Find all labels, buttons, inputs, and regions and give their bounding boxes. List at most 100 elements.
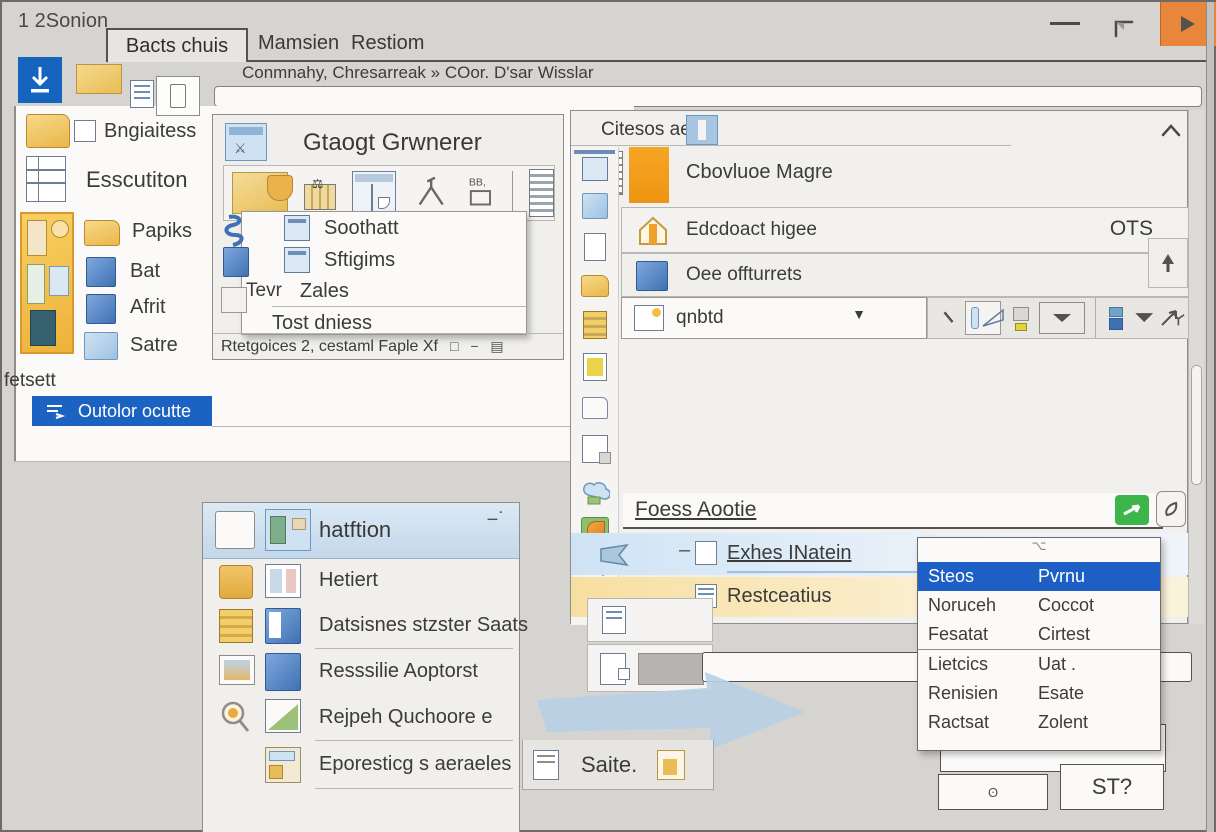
book-icon: [533, 750, 559, 780]
nav-item-label: Hetiert: [319, 569, 378, 592]
sidebar-item-satre[interactable]: Satre: [130, 334, 178, 357]
note-icon[interactable]: [583, 353, 607, 381]
row-value: OTS: [1110, 217, 1153, 241]
menu-item[interactable]: Renisien Esate: [918, 679, 1160, 708]
active-mini-tab[interactable]: [686, 115, 718, 145]
stamp-icon[interactable]: BB,: [467, 171, 496, 215]
row-label: Restceatius: [727, 585, 832, 608]
address-input[interactable]: [214, 86, 1202, 107]
menubar[interactable]: Conmnahy, Chresarreak » COor. D'sar Wiss…: [242, 63, 594, 83]
menu-item-selected[interactable]: Steos Pvrnu: [918, 562, 1160, 591]
folder-icon[interactable]: [581, 275, 609, 297]
row-oee[interactable]: Oee offturrets: [621, 253, 1189, 297]
selected-item-label: Outolor ocutte: [78, 401, 191, 422]
menu-cell: Ractsat: [918, 708, 1028, 737]
list-item[interactable]: Sftigims: [242, 244, 526, 276]
redo-arrow-icon[interactable]: [1159, 307, 1181, 329]
nav-item[interactable]: Resssilie Aoptorst: [203, 649, 519, 695]
checkbox-row[interactable]: Tevr Zales: [242, 276, 526, 306]
nav-item-label: Datsisnes stzster Saats: [319, 614, 528, 637]
grid-icon: [74, 120, 96, 142]
doc-box-icon[interactable]: [582, 435, 608, 463]
spinner-up-button[interactable]: [1148, 238, 1188, 288]
spade-arrow-icon: [1160, 252, 1176, 274]
big-chevron-icon[interactable]: [1132, 309, 1156, 327]
menu-cell: Renisien: [918, 679, 1028, 708]
grid-icon: [284, 247, 310, 273]
download-icon: [18, 57, 62, 103]
scrollbar-thumb[interactable]: [1191, 365, 1202, 485]
sidebar-selected-item[interactable]: Outolor ocutte: [32, 396, 212, 426]
menu-item[interactable]: Noruceh Coccot: [918, 591, 1160, 620]
page-icon[interactable]: [156, 76, 200, 116]
small-button[interactable]: ʘ: [938, 774, 1048, 810]
nav-header[interactable]: hatftion −˙: [203, 503, 519, 559]
main-panel-tab[interactable]: Citesos ae: [601, 119, 691, 141]
checkbox[interactable]: [221, 287, 247, 313]
window-tool-icon: ⚔: [225, 123, 267, 161]
gadget-list: Soothatt Sftigims Tevr Zales Tost dniess: [241, 211, 527, 335]
menu-resize-handle[interactable]: ⌥: [918, 538, 1160, 562]
minimize-button[interactable]: [1050, 22, 1080, 25]
save-button[interactable]: [18, 57, 62, 103]
list-item-label: Sftigims: [324, 249, 395, 272]
cube-icon: [86, 257, 116, 287]
mail-icon[interactable]: [76, 64, 122, 94]
row-cbovluoe[interactable]: Cbovluoe Magre: [686, 161, 833, 184]
tab-restiom[interactable]: Restiom: [351, 32, 424, 55]
menu-item[interactable]: Lietcics Uat .: [918, 650, 1160, 679]
stp-button[interactable]: ST?: [1060, 764, 1164, 810]
sidebar-item-afrit[interactable]: Afrit: [130, 296, 166, 319]
pen-icon[interactable]: [942, 308, 955, 328]
nav-item[interactable]: Hetiert: [203, 559, 519, 605]
sidebar-item-papiks[interactable]: Papiks: [132, 220, 192, 243]
combo-dropdown[interactable]: qnbtd ▼: [621, 297, 927, 339]
statusbar-icons[interactable]: □ − ▤: [450, 338, 508, 355]
sidebar-item-bngiaitess[interactable]: Bngiaitess: [104, 120, 196, 143]
cloud-icon[interactable]: [580, 479, 610, 505]
row-edcdoact[interactable]: Edcdoact higee OTS: [621, 207, 1189, 253]
tools-icon[interactable]: [412, 171, 450, 215]
folder-outline-icon[interactable]: [582, 397, 608, 419]
grid-icon[interactable]: [582, 157, 608, 181]
combo-value: qnbtd: [676, 307, 724, 329]
collapse-dash-icon[interactable]: −˙: [487, 509, 505, 532]
v-scrollbar[interactable]: [1188, 110, 1204, 624]
go-button[interactable]: [1115, 495, 1149, 525]
ribbon-icon: [221, 213, 251, 247]
nav-item[interactable]: Eporesticg s aeraeles: [203, 741, 519, 789]
restore-button[interactable]: [1112, 16, 1140, 40]
layout-icon[interactable]: [352, 171, 396, 215]
nav-item[interactable]: Rejpeh Quchoore e: [203, 695, 519, 741]
list-item[interactable]: Soothatt: [242, 212, 526, 244]
collapse-chevron-icon[interactable]: [1159, 121, 1183, 139]
grid-table-icon[interactable]: ⚖: [304, 176, 337, 210]
plug-icon[interactable]: [1011, 305, 1029, 331]
nav-item[interactable]: Datsisnes stzster Saats: [203, 605, 519, 649]
document-icon: [602, 606, 626, 634]
sidebar-item-bat[interactable]: Bat: [130, 260, 160, 283]
magnifier-icon: [217, 699, 253, 737]
inbox-icon: [215, 511, 255, 549]
flask-button[interactable]: [965, 301, 1001, 335]
printer-icon[interactable]: [1106, 305, 1122, 331]
shape-icon[interactable]: [582, 193, 608, 219]
leaf-button[interactable]: [1156, 491, 1186, 527]
document-icon[interactable]: [584, 233, 606, 261]
screen-icon[interactable]: [232, 172, 288, 214]
tab-active[interactable]: Bacts chuis: [106, 28, 248, 62]
folder-icon: [26, 114, 70, 148]
sidebar-item-esscutiton[interactable]: Esscutiton: [86, 167, 188, 193]
search-input[interactable]: Foess Aootie: [635, 498, 756, 522]
striped-icon[interactable]: [583, 311, 607, 339]
menu-item[interactable]: Ractsat Zolent: [918, 708, 1160, 737]
list-icon[interactable]: [130, 80, 154, 108]
tab-mamsien[interactable]: Mamsien: [258, 32, 339, 55]
chevron-button[interactable]: [1039, 302, 1085, 334]
saite-bar[interactable]: Saite.: [522, 740, 714, 790]
menu-item[interactable]: Fesatat Cirtest: [918, 620, 1160, 649]
flag-icon: [597, 541, 633, 569]
context-menu: ⌥ Steos Pvrnu Noruceh Coccot Fesatat Cir…: [917, 537, 1161, 751]
stripes-icon[interactable]: [529, 169, 554, 217]
shape-icon: [84, 332, 118, 360]
